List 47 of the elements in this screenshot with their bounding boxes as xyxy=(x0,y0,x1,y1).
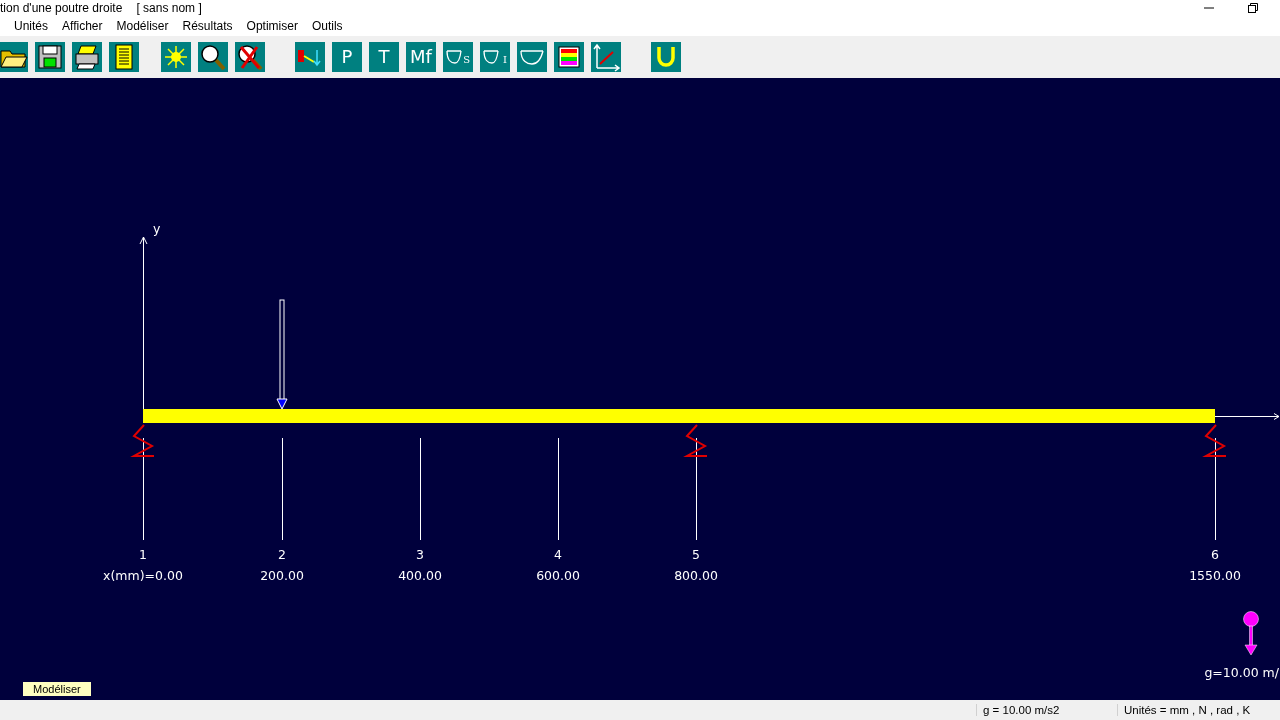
gravity-arrow xyxy=(1243,611,1259,656)
tool-button[interactable] xyxy=(35,42,65,72)
node-number: 6 xyxy=(1211,547,1219,562)
menu-item[interactable]: Unités xyxy=(14,19,48,33)
menu-item[interactable]: Afficher xyxy=(62,19,103,33)
node-position: 400.00 xyxy=(398,568,442,583)
node-position: 1550.00 xyxy=(1189,568,1241,583)
menu-item[interactable]: Optimiser xyxy=(246,19,298,33)
document-name: [ sans nom ] xyxy=(136,1,202,15)
node-position: 200.00 xyxy=(260,568,304,583)
tool-button[interactable] xyxy=(109,42,139,72)
status-panel: Unités = mm , N , rad , K xyxy=(1117,704,1280,716)
tool-button[interactable]: T xyxy=(369,42,399,72)
printer-icon xyxy=(72,42,102,72)
window-title: tion d'une poutre droite xyxy=(0,1,123,15)
tool-button[interactable] xyxy=(554,42,584,72)
tool-button[interactable]: Mf xyxy=(406,42,436,72)
node-position: x(mm)=0.00 xyxy=(103,568,183,583)
magnifier-icon xyxy=(198,42,228,72)
axes-icon xyxy=(591,42,621,72)
magnifier-cross-icon xyxy=(235,42,265,72)
mode-badge: Modéliser xyxy=(23,682,91,696)
node-number: 2 xyxy=(278,547,286,562)
menu-item[interactable]: Outils xyxy=(311,19,343,33)
menu-item[interactable]: Modéliser xyxy=(116,19,169,33)
node-position: 800.00 xyxy=(674,568,718,583)
tool-button[interactable]: S xyxy=(443,42,473,72)
node-number: 4 xyxy=(554,547,562,562)
status-panel: g = 10.00 m/s2 xyxy=(976,704,1117,716)
restore-icon[interactable] xyxy=(1248,3,1258,13)
tool-button[interactable]: P xyxy=(332,42,362,72)
tool-button[interactable] xyxy=(591,42,621,72)
node-number: 1 xyxy=(139,547,147,562)
menu-item[interactable]: Résultats xyxy=(182,19,233,33)
tool-button[interactable] xyxy=(235,42,265,72)
tool-button[interactable]: I xyxy=(480,42,510,72)
tool-button[interactable] xyxy=(0,42,28,72)
node-number: 5 xyxy=(692,547,700,562)
section-curve-icon xyxy=(483,50,499,64)
x-axis xyxy=(1214,413,1280,420)
node-position: 600.00 xyxy=(536,568,580,583)
tool-button[interactable] xyxy=(198,42,228,72)
node-number: 3 xyxy=(416,547,424,562)
section-curve-icon xyxy=(446,50,462,64)
tool-button[interactable] xyxy=(72,42,102,72)
gravity-label: g=10.00 m/ xyxy=(1204,665,1279,680)
axis-label: y xyxy=(153,221,161,236)
